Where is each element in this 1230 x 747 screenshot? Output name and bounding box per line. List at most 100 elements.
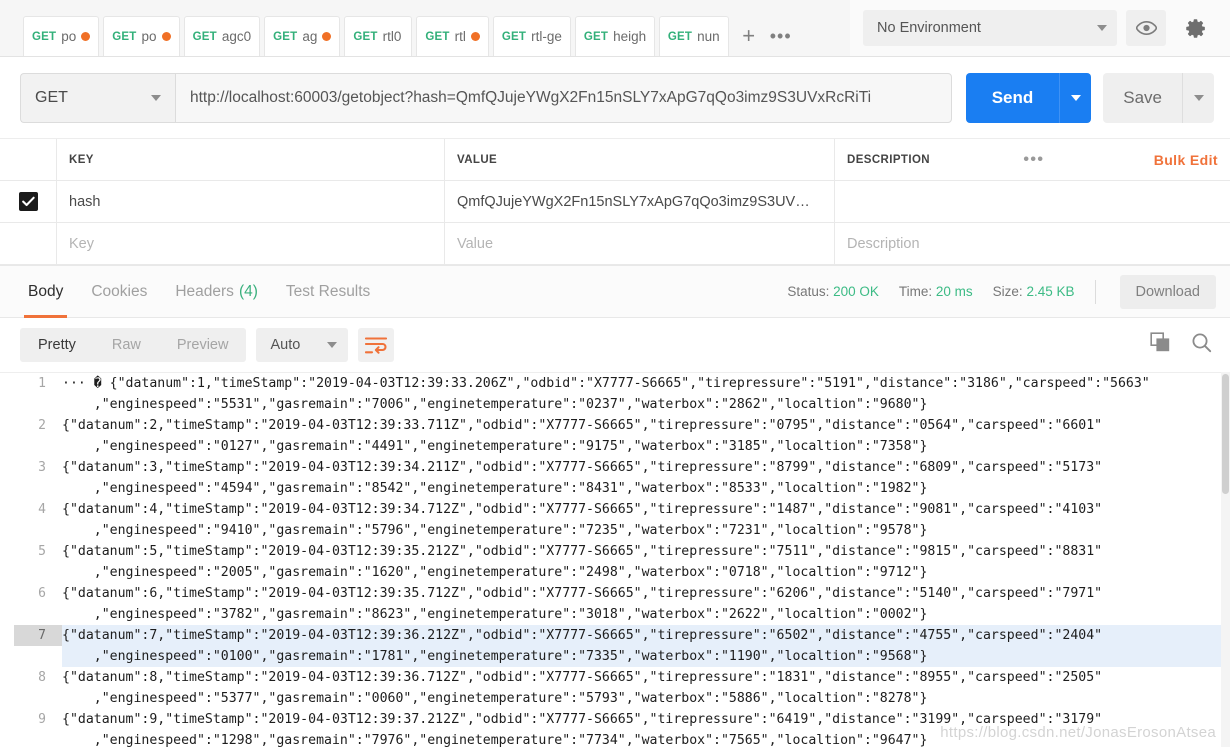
request-tab-label: nun (697, 29, 720, 44)
line-text-wrapped: ,"enginespeed":"2005","gasremain":"1620"… (62, 565, 928, 580)
response-tab-test-results[interactable]: Test Results (272, 266, 384, 318)
line-number: 4 (38, 502, 46, 517)
gear-icon (1186, 19, 1205, 38)
request-tab-5[interactable]: GET rtl (416, 16, 489, 56)
new-param-key-input[interactable]: Key (57, 223, 445, 264)
time-value: 20 ms (935, 284, 973, 299)
request-tab-label: heigh (613, 29, 646, 44)
response-format-segment: Pretty Raw Preview (20, 328, 247, 362)
response-line-wrapped: ,"enginespeed":"0127","gasremain":"4491"… (14, 436, 1222, 457)
scrollbar-thumb[interactable] (1222, 374, 1229, 494)
line-text: {"datanum":4,"timeStamp":"2019-04-03T12:… (62, 502, 1103, 517)
line-number: 8 (38, 670, 46, 685)
param-enabled-checkbox[interactable] (18, 192, 38, 211)
request-tab-6[interactable]: GET rtl-ge (492, 16, 571, 56)
response-tab-bar: Body Cookies Headers (4) Test Results Status… (0, 266, 1230, 318)
params-header-description: DESCRIPTION (847, 153, 930, 166)
word-wrap-icon (365, 337, 388, 354)
response-language-selector[interactable]: Auto (256, 328, 349, 362)
send-button[interactable]: Send (965, 72, 1060, 123)
request-tab-3[interactable]: GET ag (264, 16, 341, 56)
format-tab-preview[interactable]: Preview (159, 328, 247, 362)
line-text-wrapped: ,"enginespeed":"3782","gasremain":"8623"… (62, 607, 928, 622)
param-description-input[interactable] (835, 181, 1230, 222)
environment-selected-label: No Environment (877, 20, 981, 36)
response-line-block: 5 {"datanum":5,"timeStamp":"2019-04-03T12… (14, 541, 1222, 583)
request-tab-8[interactable]: GET nun (658, 16, 729, 56)
eye-icon (1135, 21, 1157, 35)
size-label: Size: (992, 284, 1023, 299)
download-button[interactable]: Download (1119, 274, 1216, 309)
response-line: 1 ··· � {"datanum":1,"timeStamp":"2019-04… (14, 373, 1222, 394)
param-key-input[interactable]: hash (57, 181, 445, 222)
unsaved-indicator-icon (161, 32, 171, 41)
tab-options-button[interactable]: ••• (765, 16, 797, 56)
line-text-wrapped: ,"enginespeed":"0127","gasremain":"4491"… (62, 439, 928, 454)
response-tab-label: Body (28, 282, 64, 300)
response-line-wrapped: ,"enginespeed":"0100","gasremain":"1781"… (14, 646, 1222, 667)
response-line-block: 8 {"datanum":8,"timeStamp":"2019-04-03T12… (14, 667, 1222, 709)
response-tab-body[interactable]: Body (14, 266, 77, 318)
http-method-selector[interactable]: GET (20, 72, 175, 123)
chevron-down-icon (327, 342, 338, 348)
save-button[interactable]: Save (1103, 72, 1182, 123)
postman-window: GET po GET po GET agc0 GET ag GET rtl0 GET rtl GET rt… (0, 0, 1230, 747)
line-text: {"datanum":9,"timeStamp":"2019-04-03T12:… (62, 712, 1103, 727)
request-tab-method: GET (425, 30, 450, 43)
response-tabs-container: Body Cookies Headers (4) Test Results (14, 266, 384, 318)
request-tab-7[interactable]: GET heigh (574, 16, 655, 56)
copy-icon (1150, 332, 1170, 352)
new-tab-button[interactable]: + (733, 16, 765, 56)
response-tab-label: Headers (175, 282, 234, 300)
response-tab-headers[interactable]: Headers (4) (161, 266, 272, 318)
request-tab-4[interactable]: GET rtl0 (344, 16, 413, 56)
param-enabled-checkbox-cell[interactable] (0, 181, 57, 222)
response-line-wrapped: ,"enginespeed":"1298","gasremain":"7976"… (14, 730, 1222, 747)
url-input[interactable]: http://localhost:60003/getobject?hash=Qm… (175, 72, 952, 123)
environment-quick-look-button[interactable] (1126, 10, 1166, 46)
response-line-block: 1 ··· � {"datanum":1,"timeStamp":"2019-04… (14, 373, 1222, 415)
time-label-group: Time: 20 ms (899, 284, 973, 299)
response-tab-label: Test Results (285, 282, 371, 300)
word-wrap-button[interactable] (358, 328, 395, 362)
params-options-button[interactable]: ••• (1023, 151, 1044, 169)
table-row[interactable]: Key Value Description (0, 223, 1230, 265)
response-line: 4 {"datanum":4,"timeStamp":"2019-04-03T12… (14, 499, 1222, 520)
status-label-group: Status: 200 OK (787, 284, 879, 299)
search-button[interactable] (1191, 332, 1212, 358)
response-tab-count: (4) (238, 282, 258, 300)
request-tab-0[interactable]: GET po (23, 16, 100, 56)
params-header-description-cell: DESCRIPTION ••• Bulk Edit (835, 139, 1230, 180)
send-options-button[interactable] (1059, 72, 1092, 123)
param-value-input[interactable]: QmfQJujeYWgX2Fn15nSLY7xApG7qQo3imz9S3UV… (445, 181, 835, 222)
new-param-description-input[interactable]: Description (835, 223, 1230, 264)
response-line-wrapped: ,"enginespeed":"5377","gasremain":"0060"… (14, 688, 1222, 709)
line-number: 3 (38, 460, 46, 475)
environment-selector[interactable]: No Environment (863, 10, 1117, 46)
line-text: {"datanum":2,"timeStamp":"2019-04-03T12:… (62, 418, 1103, 433)
settings-button[interactable] (1175, 10, 1215, 46)
response-line: 2 {"datanum":2,"timeStamp":"2019-04-03T12… (14, 415, 1222, 436)
new-param-checkbox-cell[interactable] (0, 223, 57, 264)
save-options-button[interactable] (1182, 72, 1214, 123)
format-tab-pretty[interactable]: Pretty (20, 328, 94, 362)
chevron-down-icon (1097, 25, 1107, 31)
copy-button[interactable] (1150, 332, 1171, 358)
request-tab-method: GET (353, 30, 378, 43)
request-tab-1[interactable]: GET po (103, 16, 180, 56)
new-param-value-input[interactable]: Value (445, 223, 835, 264)
request-tab-method: GET (192, 30, 217, 43)
line-number: 9 (38, 712, 46, 727)
http-method-label: GET (35, 88, 68, 106)
format-tab-raw[interactable]: Raw (94, 328, 159, 362)
line-text: {"datanum":3,"timeStamp":"2019-04-03T12:… (62, 460, 1103, 475)
bulk-edit-button[interactable]: Bulk Edit (1154, 152, 1218, 168)
response-tab-cookies[interactable]: Cookies (77, 266, 161, 318)
table-row[interactable]: hash QmfQJujeYWgX2Fn15nSLY7xApG7qQo3imz9… (0, 181, 1230, 223)
request-tab-label: ag (302, 29, 318, 44)
request-tab-2[interactable]: GET agc0 (183, 16, 261, 56)
response-line-block: 4 {"datanum":4,"timeStamp":"2019-04-03T12… (14, 499, 1222, 541)
chevron-down-icon (151, 94, 161, 101)
response-body-viewer[interactable]: 1 ··· � {"datanum":1,"timeStamp":"2019-04… (0, 372, 1230, 747)
response-body-scrollbar[interactable] (1221, 372, 1230, 747)
